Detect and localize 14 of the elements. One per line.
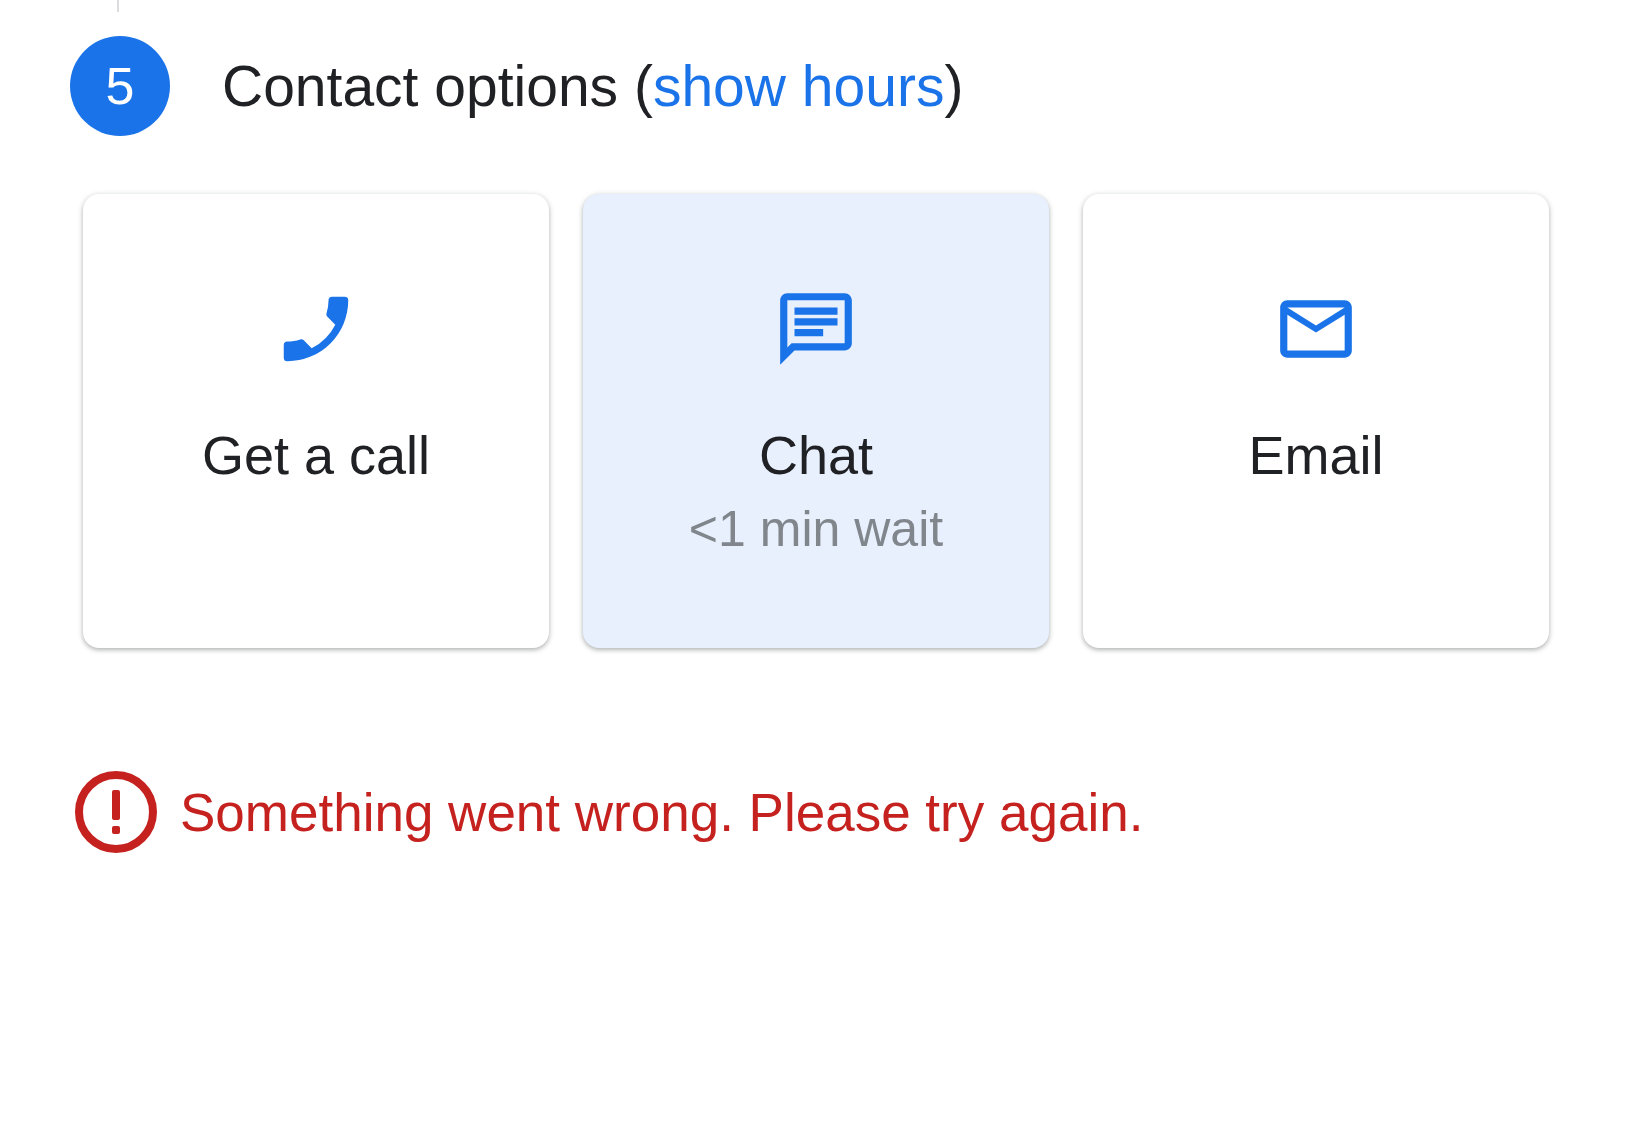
show-hours-link[interactable]: show hours xyxy=(652,53,945,119)
step-number: 5 xyxy=(70,36,170,136)
error-message: Something went wrong. Please try again. xyxy=(180,781,1144,843)
option-label: Email xyxy=(1248,424,1384,486)
contact-option-card[interactable]: Get a call xyxy=(83,194,549,648)
wait-time: <1 min wait xyxy=(688,500,944,558)
option-label: Chat xyxy=(758,424,874,486)
parenthesis: ) xyxy=(944,53,964,119)
error-icon xyxy=(74,770,158,854)
parenthesis: ( xyxy=(633,53,653,119)
section-title: Contact options xyxy=(222,53,620,119)
option-label: Get a call xyxy=(201,424,431,486)
contact-option-card[interactable]: Chat <1 min wait xyxy=(583,194,1049,648)
contact-option-card[interactable]: Email xyxy=(1083,194,1549,648)
